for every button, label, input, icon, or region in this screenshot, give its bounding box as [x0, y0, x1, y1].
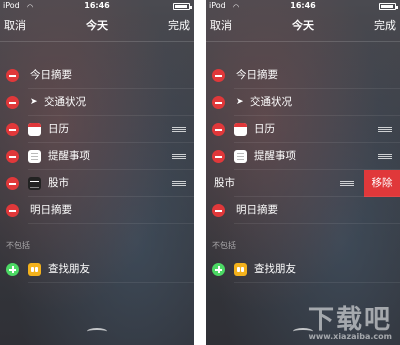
done-button[interactable]: 完成 [374, 12, 396, 40]
reorder-handle-icon[interactable] [340, 181, 354, 186]
remove-button[interactable]: 移除 [364, 170, 400, 197]
nav-bar: 取消 今天 完成 [206, 12, 400, 40]
reorder-handle-icon[interactable] [172, 127, 186, 132]
list-item: 日历 [0, 116, 194, 143]
remove-circle-icon[interactable] [212, 96, 225, 109]
remove-circle-icon[interactable] [212, 123, 225, 136]
list-item: 提醒事项 [206, 143, 400, 170]
list-item-label: 今日摘要 [30, 69, 72, 81]
remove-circle-icon[interactable] [212, 150, 225, 163]
list-item-label: 股市 [48, 177, 69, 189]
list-item-swiped: 股市 移除 [206, 170, 400, 197]
remove-circle-icon[interactable] [6, 204, 19, 217]
nav-divider [0, 41, 194, 42]
clock: 16:46 [290, 1, 316, 10]
remove-circle-icon[interactable] [6, 150, 19, 163]
list-item-label: 日历 [254, 123, 275, 135]
list-item-label: 提醒事项 [254, 150, 296, 162]
list-item: 日历 [206, 116, 400, 143]
reorder-handle-icon[interactable] [378, 154, 392, 159]
list-item: 查找朋友 [206, 256, 400, 283]
add-circle-icon[interactable] [212, 263, 225, 276]
list-item: 今日摘要 [206, 62, 400, 89]
remove-circle-icon[interactable] [6, 123, 19, 136]
find-friends-icon [234, 263, 247, 276]
battery-icon [379, 3, 398, 10]
reorder-handle-icon[interactable] [378, 127, 392, 132]
divider [194, 0, 206, 345]
list-item-label: 查找朋友 [48, 263, 90, 275]
list-item-label: 交通状况 [44, 96, 86, 108]
list-item: ➤ 交通状况 [206, 89, 400, 116]
status-bar: iPod ◠ 16:46 [206, 0, 400, 12]
location-arrow-icon: ➤ [236, 97, 244, 107]
reorder-handle-icon[interactable] [172, 181, 186, 186]
reminders-icon [234, 150, 247, 163]
list-item-label: 提醒事项 [48, 150, 90, 162]
list-item-label: 今日摘要 [236, 69, 278, 81]
right-screenshot: iPod ◠ 16:46 取消 今天 完成 今日摘要 ➤ 交通状况 日历 提醒事… [206, 0, 400, 345]
reorder-handle-icon[interactable] [172, 154, 186, 159]
list-item: ➤ 交通状况 [0, 89, 194, 116]
remove-circle-icon[interactable] [212, 69, 225, 82]
location-arrow-icon: ➤ [30, 97, 38, 107]
list-item-label: 明日摘要 [30, 204, 72, 216]
watermark-url: www.xiazaiba.com [308, 332, 392, 341]
page-title: 今天 [292, 19, 314, 32]
list-item: 明日摘要 [0, 197, 194, 224]
list-item-label: 股市 [214, 177, 235, 189]
widget-list: 今日摘要 ➤ 交通状况 日历 提醒事项 股市 移除 明日摘要 [206, 62, 400, 224]
calendar-icon [234, 123, 247, 136]
list-item-label: 查找朋友 [254, 263, 296, 275]
grabber-handle-icon[interactable] [87, 328, 107, 335]
add-circle-icon[interactable] [6, 263, 19, 276]
list-item: 今日摘要 [0, 62, 194, 89]
list-item-label: 明日摘要 [236, 204, 278, 216]
list-item: 查找朋友 [0, 256, 194, 283]
list-item-label: 日历 [48, 123, 69, 135]
done-button[interactable]: 完成 [168, 12, 190, 40]
section-header: 不包括 [6, 241, 30, 250]
remove-circle-icon[interactable] [6, 177, 19, 190]
excluded-list: 查找朋友 [0, 256, 194, 283]
clock: 16:46 [84, 1, 110, 10]
widget-list: 今日摘要 ➤ 交通状况 日历 提醒事项 股市 明日摘要 [0, 62, 194, 224]
page-title: 今天 [86, 19, 108, 32]
calendar-icon [28, 123, 41, 136]
watermark-logo: 下载吧 www.xiazaiba.com [282, 299, 392, 341]
nav-bar: 取消 今天 完成 [0, 12, 194, 40]
left-screenshot: iPod ◠ 16:46 取消 今天 完成 今日摘要 ➤ 交通状况 日历 提醒事… [0, 0, 194, 345]
find-friends-icon [28, 263, 41, 276]
excluded-list: 查找朋友 [206, 256, 400, 283]
list-item: 提醒事项 [0, 143, 194, 170]
status-bar: iPod ◠ 16:46 [0, 0, 194, 12]
list-item: 股市 [0, 170, 194, 197]
list-item-label: 交通状况 [250, 96, 292, 108]
list-item: 明日摘要 [206, 197, 400, 224]
reminders-icon [28, 150, 41, 163]
watermark-text: 下载吧 [307, 305, 392, 335]
remove-circle-icon[interactable] [6, 69, 19, 82]
stocks-icon [28, 177, 41, 190]
section-header: 不包括 [212, 241, 236, 250]
battery-icon [173, 3, 192, 10]
nav-divider [206, 41, 400, 42]
remove-circle-icon[interactable] [212, 204, 225, 217]
remove-circle-icon[interactable] [6, 96, 19, 109]
